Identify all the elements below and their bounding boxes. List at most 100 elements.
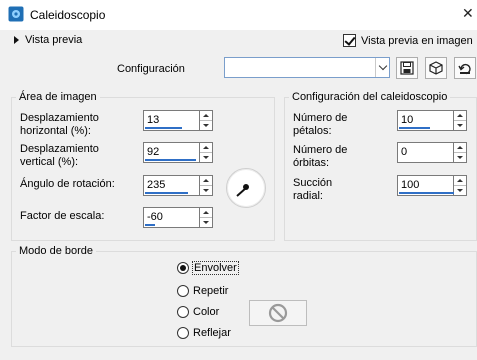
edge-color-swatch[interactable]: [249, 300, 307, 326]
chevron-down-icon[interactable]: [375, 58, 389, 77]
scale-factor-bar: [145, 224, 155, 226]
vertical-offset-label-line2: vertical (%):: [20, 156, 79, 168]
petals-label: Número de pétalos:: [293, 112, 347, 138]
horizontal-offset-stepper[interactable]: [200, 110, 213, 131]
petals-input[interactable]: 10: [397, 110, 454, 131]
load-preset-button[interactable]: [425, 57, 447, 79]
orbits-spinner[interactable]: 0: [397, 142, 467, 163]
radio-repeat[interactable]: [177, 285, 189, 297]
radio-color[interactable]: [177, 306, 189, 318]
petals-label-line1: Número de: [293, 112, 348, 124]
preview-on-image[interactable]: Vista previa en imagen: [343, 34, 473, 47]
spin-down-icon[interactable]: [454, 153, 466, 162]
vertical-offset-spinner[interactable]: 92: [143, 142, 213, 163]
edge-option-color[interactable]: Color: [177, 306, 219, 318]
angle-dial[interactable]: [226, 168, 266, 208]
no-color-icon: [268, 303, 288, 323]
image-area-title: Área de imagen: [16, 91, 100, 103]
reset-icon: [458, 63, 471, 75]
config-select[interactable]: [224, 57, 390, 78]
vertical-offset-value: 92: [147, 146, 160, 158]
save-preset-button[interactable]: [396, 57, 418, 79]
vertical-offset-label-line1: Desplazamiento: [20, 143, 99, 155]
horizontal-offset-label: Desplazamiento horizontal (%):: [20, 112, 99, 138]
horizontal-offset-spinner[interactable]: 13: [143, 110, 213, 131]
orbits-label-line2: órbitas:: [293, 157, 330, 169]
spin-down-icon[interactable]: [454, 121, 466, 130]
horizontal-offset-label-line2: horizontal (%):: [20, 125, 91, 137]
close-icon[interactable]: ✕: [462, 5, 474, 22]
spin-down-icon[interactable]: [200, 153, 212, 162]
edge-mode-title: Modo de borde: [16, 245, 96, 257]
spin-up-icon[interactable]: [200, 143, 212, 153]
preview-toggle[interactable]: Vista previa: [14, 34, 82, 46]
spin-up-icon[interactable]: [200, 111, 212, 121]
horizontal-offset-label-line1: Desplazamiento: [20, 112, 99, 124]
scale-factor-value: -60: [147, 211, 163, 223]
radial-suction-label: Succión radial:: [293, 177, 332, 203]
spin-down-icon[interactable]: [200, 121, 212, 130]
preview-on-image-label: Vista previa en imagen: [361, 34, 473, 47]
radio-wrap[interactable]: [177, 262, 189, 274]
spin-down-icon[interactable]: [200, 218, 212, 227]
spin-up-icon[interactable]: [454, 176, 466, 186]
radial-suction-label-line1: Succión: [293, 177, 333, 189]
radio-reflect[interactable]: [177, 327, 189, 339]
angle-needle-icon: [236, 184, 249, 197]
edge-mode-group: [11, 251, 477, 347]
radial-suction-bar: [399, 192, 454, 194]
radio-reflect-label: Reflejar: [193, 327, 231, 339]
petals-stepper[interactable]: [454, 110, 467, 131]
radial-suction-input[interactable]: 100: [397, 175, 454, 196]
petals-bar: [399, 127, 430, 129]
spin-up-icon[interactable]: [200, 176, 212, 186]
horizontal-offset-value: 13: [147, 114, 160, 126]
vertical-offset-label: Desplazamiento vertical (%):: [20, 143, 99, 169]
orbits-label: Número de órbitas:: [293, 144, 347, 170]
scale-factor-input[interactable]: -60: [143, 207, 200, 228]
vertical-offset-input[interactable]: 92: [143, 142, 200, 163]
edge-option-reflect[interactable]: Reflejar: [177, 327, 231, 339]
rotation-angle-label: Ángulo de rotación:: [20, 178, 115, 190]
spin-up-icon[interactable]: [454, 111, 466, 121]
edge-option-wrap[interactable]: Envolver: [177, 261, 239, 275]
reset-button[interactable]: [454, 57, 476, 79]
spin-down-icon[interactable]: [200, 186, 212, 195]
expand-arrow-icon: [14, 36, 19, 44]
config-label: Configuración: [117, 63, 185, 75]
rotation-angle-stepper[interactable]: [200, 175, 213, 196]
spin-up-icon[interactable]: [200, 208, 212, 218]
orbits-value: 0: [401, 146, 408, 158]
rotation-angle-bar: [145, 192, 188, 194]
app-logo-icon: [8, 6, 24, 22]
rotation-angle-input[interactable]: 235: [143, 175, 200, 196]
preview-on-image-checkbox[interactable]: [343, 34, 356, 47]
petals-label-line2: pétalos:: [293, 125, 332, 137]
horizontal-offset-bar: [145, 127, 182, 129]
spin-down-icon[interactable]: [454, 186, 466, 195]
load-preset-icon: [429, 61, 443, 75]
save-preset-icon: [400, 61, 414, 75]
radial-suction-spinner[interactable]: 100: [397, 175, 467, 196]
orbits-label-line1: Número de: [293, 144, 348, 156]
orbits-stepper[interactable]: [454, 142, 467, 163]
scale-factor-label: Factor de escala:: [20, 210, 105, 222]
rotation-angle-spinner[interactable]: 235: [143, 175, 213, 196]
orbits-input[interactable]: 0: [397, 142, 454, 163]
rotation-angle-value: 235: [147, 179, 166, 191]
radio-repeat-label: Repetir: [193, 285, 229, 297]
scale-factor-stepper[interactable]: [200, 207, 213, 228]
scale-factor-spinner[interactable]: -60: [143, 207, 213, 228]
petals-spinner[interactable]: 10: [397, 110, 467, 131]
preview-toggle-label: Vista previa: [25, 34, 83, 46]
vertical-offset-stepper[interactable]: [200, 142, 213, 163]
petals-value: 10: [401, 114, 414, 126]
vertical-offset-bar: [145, 159, 196, 161]
radio-color-label: Color: [193, 306, 220, 318]
radial-suction-label-line2: radial:: [293, 190, 323, 202]
radio-wrap-label: Envolver: [192, 261, 239, 275]
radial-suction-stepper[interactable]: [454, 175, 467, 196]
spin-up-icon[interactable]: [454, 143, 466, 153]
horizontal-offset-input[interactable]: 13: [143, 110, 200, 131]
edge-option-repeat[interactable]: Repetir: [177, 285, 228, 297]
